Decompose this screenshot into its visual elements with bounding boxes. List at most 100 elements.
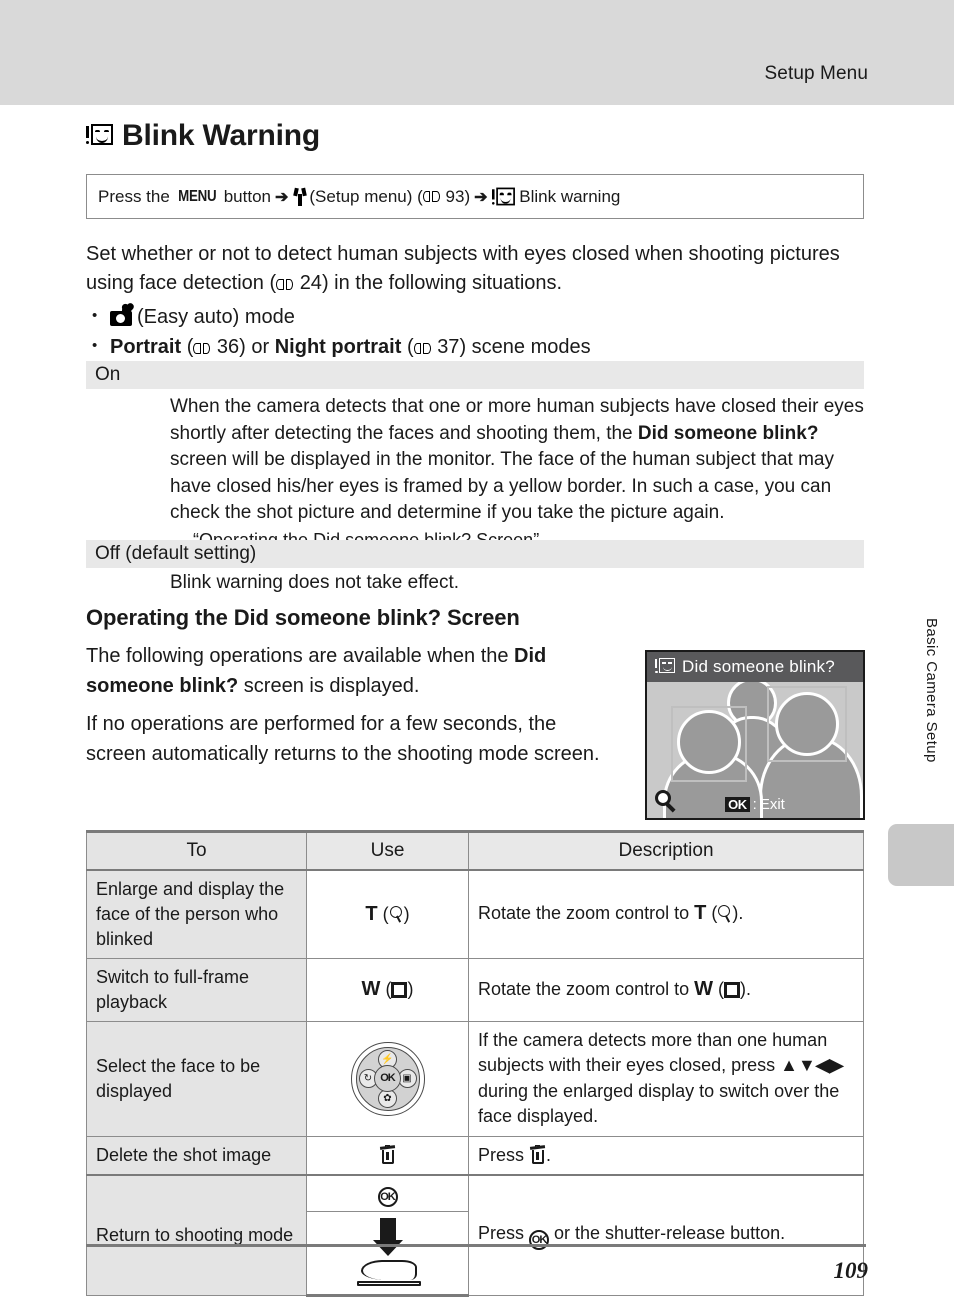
row-description-return-shooting: Press OK or the shutter-release button. (468, 1174, 864, 1296)
page-reference-93: 93 (445, 186, 465, 206)
multi-selector-dial-icon: ⚡ ↻ ▣ ✿ OK (350, 1041, 425, 1116)
paren-open-1: ( (186, 336, 194, 358)
blink-warning-icon (655, 658, 675, 676)
table-row: Enlarge and display the face of the pers… (86, 869, 864, 959)
easy-auto-icon (110, 304, 134, 326)
trash-icon (529, 1144, 546, 1165)
path-target-label: Blink warning (519, 186, 621, 206)
row-use-delete (306, 1135, 469, 1176)
menu-button-label: MENU (177, 187, 216, 205)
setting-option-off-label: Off (default setting) (95, 543, 257, 564)
desc-text-post: during the enlarged display to switch ov… (478, 1080, 840, 1127)
zoom-w-label: W (361, 978, 381, 1000)
setting-option-off-description: Blink warning does not take effect. (170, 572, 460, 593)
setting-option-on-header: On (86, 361, 864, 389)
operations-table: To Use Description Enlarge and display t… (86, 830, 864, 1297)
row-use-zoom-wide: W () (306, 957, 469, 1022)
subsection-paragraph-2: If no operations are performed for a few… (86, 713, 600, 765)
row-description-select-face: If the camera detects more than one huma… (468, 1020, 864, 1137)
ok-button-icon: OK (725, 796, 750, 813)
trash-icon (379, 1144, 396, 1165)
row-use-zoom-tele: T () (306, 869, 469, 959)
desc-text-post: . (546, 1144, 552, 1165)
row-label-delete-image: Delete the shot image (86, 1135, 307, 1176)
column-header-use: Use (306, 830, 469, 871)
path-button-word: button (223, 186, 271, 206)
row-label-enlarge-face: Enlarge and display the face of the pers… (86, 869, 307, 959)
monitor-hint-bar: OK : Exit (647, 796, 863, 813)
table-header-row: To Use Description (86, 830, 864, 871)
on-desc-part2: screen will be displayed in the monitor.… (170, 449, 834, 523)
book-icon (276, 278, 294, 291)
table-row: Select the face to be displayed ⚡ ↻ ▣ ✿ … (86, 1020, 864, 1137)
side-tab-marker (888, 824, 954, 886)
page-title-text: Blink Warning (122, 119, 320, 152)
monitor-hint-exit-label: Exit (759, 796, 785, 813)
book-icon (193, 342, 211, 355)
thumbnail-icon (724, 981, 741, 998)
ok-button-icon: OK (529, 1230, 550, 1250)
camera-monitor-illustration: Did someone blink? OK : Exit (645, 650, 865, 820)
portrait-mode-label: Portrait (110, 336, 182, 358)
zoom-w-label: W (694, 977, 714, 1000)
row-description-full-frame-playback: Rotate the zoom control to W (). (468, 957, 864, 1022)
magnifier-icon (389, 905, 404, 923)
ok-button-icon: OK (374, 1065, 401, 1092)
list-item: Portrait ( 36) or Night portrait ( 37) s… (86, 331, 876, 362)
menu-path-box: Press the MENU button ➔ (Setup menu) ( 9… (86, 174, 864, 219)
column-header-to: To (86, 830, 307, 871)
path-arrow-2: ➔ (474, 188, 488, 206)
blink-warning-icon (86, 123, 113, 149)
face-frame-right (767, 686, 847, 762)
intro-text-2: ) in the following situations. (321, 272, 563, 294)
ok-button-icon: OK (377, 1187, 398, 1207)
table-row: Switch to full-frame playback W () Rotat… (86, 957, 864, 1022)
row-label-full-frame-playback: Switch to full-frame playback (86, 957, 307, 1022)
monitor-titlebar: Did someone blink? (647, 652, 863, 682)
paren-close-or: ) or (239, 336, 270, 358)
desc-text-pre: If the camera detects more than one huma… (478, 1029, 828, 1076)
row-use-ok-button: OK (306, 1174, 469, 1212)
subsection-paragraph-1: The following operations are available w… (86, 641, 616, 701)
page-reference-36: 36 (216, 336, 240, 358)
row-use-multi-selector: ⚡ ↻ ▣ ✿ OK (306, 1020, 469, 1137)
paren-open-2: ( (406, 336, 414, 358)
intro-paragraph: Set whether or not to detect human subje… (86, 240, 876, 298)
subsection-body: The following operations are available w… (86, 641, 616, 777)
wrench-icon (293, 187, 307, 206)
zoom-t-label: T (694, 902, 707, 925)
table-row: Return to shooting mode OK Press OK or t… (86, 1174, 864, 1296)
page-title: Blink Warning (86, 119, 320, 153)
row-description-delete-image: Press . (468, 1135, 864, 1176)
row-label-select-face: Select the face to be displayed (86, 1020, 307, 1137)
book-icon (413, 342, 431, 355)
direction-arrows-icon: ▲▼◀▶ (780, 1055, 844, 1075)
list-item: (Easy auto) mode (86, 301, 876, 332)
thumbnail-icon (391, 982, 408, 998)
setting-option-off-header: Off (default setting) (86, 540, 864, 568)
sub-p1-post: screen is displayed. (238, 675, 420, 697)
face-frame-left (671, 706, 747, 782)
row-label-return-shooting: Return to shooting mode (86, 1174, 307, 1296)
setting-option-on-label: On (95, 364, 121, 385)
footer-rule (86, 1244, 866, 1247)
desc-text-pre: Press (478, 1144, 530, 1165)
page-reference-37: 37 (437, 336, 460, 358)
book-icon (422, 190, 440, 203)
desc-text-pre: Press (478, 1223, 530, 1243)
setup-menu-label: (Setup menu) (309, 186, 413, 206)
desc-text-post: . (738, 903, 744, 924)
monitor-hint-separator: : (752, 796, 757, 813)
path-prefix: Press the (98, 186, 170, 206)
blink-warning-icon (491, 187, 515, 206)
easy-auto-label: (Easy auto) mode (137, 306, 295, 328)
running-head: Setup Menu (764, 63, 868, 84)
shutter-release-icon (345, 1218, 431, 1288)
page-number: 109 (833, 1258, 869, 1283)
intro-bullet-list: (Easy auto) mode Portrait ( 36) or Night… (86, 301, 876, 362)
path-arrow-1: ➔ (274, 188, 289, 206)
desc-text-post: . (746, 978, 752, 999)
page-header-band (0, 0, 954, 105)
desc-text-post: or the shutter-release button. (549, 1223, 786, 1243)
sub-p1-pre: The following operations are available w… (86, 645, 515, 667)
